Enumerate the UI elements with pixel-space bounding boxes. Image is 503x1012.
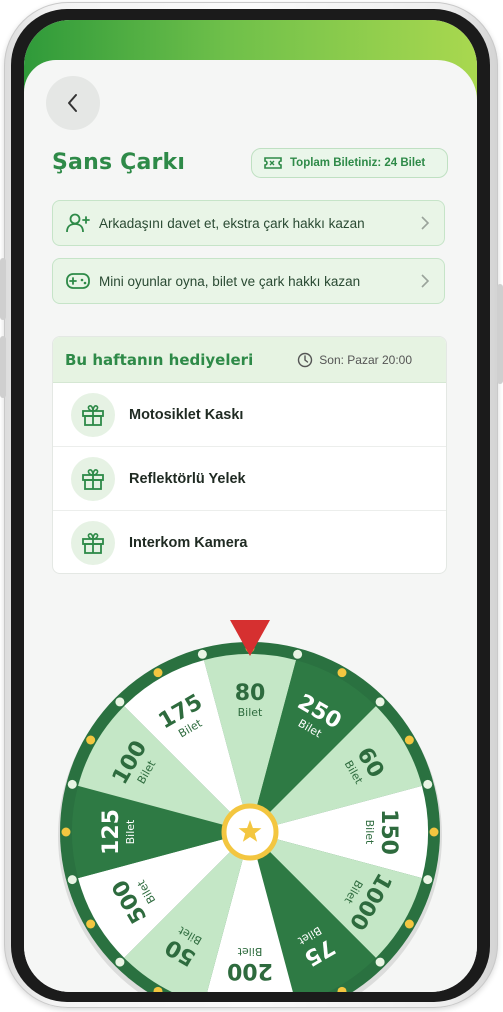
power-button [497, 284, 503, 384]
page-title: Şans Çarkı [52, 150, 186, 175]
wheel-segment-unit: Bilet [237, 945, 262, 958]
wheel-segment-unit: Bilet [363, 820, 376, 845]
wheel-rim-dot [404, 919, 414, 929]
weekly-gifts-card: Bu haftanın hediyeleri Son: Pazar 20:00 … [52, 336, 447, 574]
invite-friend-label: Arkadaşını davet et, ekstra çark hakkı k… [99, 215, 365, 231]
gift-item: Motosiklet Kaskı [53, 383, 446, 447]
gift-icon [71, 521, 115, 565]
invite-friend-action[interactable]: Arkadaşını davet et, ekstra çark hakkı k… [52, 200, 445, 246]
weekly-gifts-title: Bu haftanın hediyeleri [65, 350, 254, 369]
mini-games-label: Mini oyunlar oyna, bilet ve çark hakkı k… [99, 273, 361, 289]
wheel-rim-dot [423, 875, 433, 885]
wheel-rim-dot [115, 957, 125, 967]
ticket-icon [264, 157, 282, 169]
gift-icon [71, 456, 115, 501]
chevron-right-icon [421, 216, 430, 230]
prize-wheel-area: 80 Bilet 250 Bilet 60 Bilet 150 Bilet 1000 Bilet 7… [24, 600, 477, 992]
chevron-left-icon [68, 94, 77, 112]
ticket-balance-text: Toplam Biletiniz: 24 Bilet [290, 157, 426, 169]
back-button[interactable] [46, 76, 100, 130]
wheel-rim-dot [61, 827, 71, 837]
wheel-rim-dot [67, 875, 77, 885]
weekly-gifts-header: Bu haftanın hediyeleri Son: Pazar 20:00 [53, 337, 446, 383]
gift-label: Interkom Kamera [129, 535, 248, 551]
deadline-text: Son: Pazar 20:00 [319, 353, 412, 367]
volume-button [0, 258, 6, 320]
ticket-balance-badge: Toplam Biletiniz: 24 Bilet [251, 148, 448, 178]
gift-item: Reflektörlü Yelek [53, 447, 446, 511]
wheel-rim-dot [197, 649, 207, 659]
wheel-segment-value: 125 [99, 809, 124, 855]
screen: Şans Çarkı Toplam Biletiniz: 24 Bilet Ar… [24, 20, 477, 992]
wheel-segment-value: 80 [235, 681, 266, 706]
gift-label: Motosiklet Kaskı [129, 406, 244, 423]
deadline: Son: Pazar 20:00 [297, 352, 412, 368]
wheel-rim-dot [86, 919, 96, 929]
volume-button [0, 336, 6, 398]
wheel-rim-dot [153, 668, 163, 678]
wheel-rim-dot [293, 649, 303, 659]
wheel-rim-dot [429, 827, 439, 837]
wheel-segment-value: 200 [227, 958, 273, 983]
wheel-rim-dot [337, 668, 347, 678]
wheel-rim-dot [375, 697, 385, 707]
wheel-segment-unit: Bilet [124, 819, 137, 844]
gift-icon [71, 392, 115, 437]
wheel-segment-unit: Bilet [238, 706, 263, 719]
clock-icon [298, 352, 313, 368]
wheel-rim-dot [86, 735, 96, 745]
chevron-right-icon [421, 274, 430, 288]
add-user-icon [66, 213, 90, 233]
wheel-rim-dot [404, 735, 414, 745]
prize-wheel[interactable]: 80Bilet 250Bilet60Bilet150Bilet1000Bilet7… [24, 600, 477, 992]
wheel-rim-dot [423, 779, 433, 789]
wheel-rim-dot [375, 957, 385, 967]
wheel-rim-dot [115, 697, 125, 707]
gift-label: Reflektörlü Yelek [129, 470, 246, 487]
gift-item: Interkom Kamera [53, 511, 446, 573]
wheel-segment-value: 150 [376, 809, 401, 855]
gamepad-icon [66, 273, 90, 289]
wheel-rim-dot [67, 779, 77, 789]
mini-games-action[interactable]: Mini oyunlar oyna, bilet ve çark hakkı k… [52, 258, 445, 304]
wheel-segment-label: 80Bilet [235, 681, 266, 719]
